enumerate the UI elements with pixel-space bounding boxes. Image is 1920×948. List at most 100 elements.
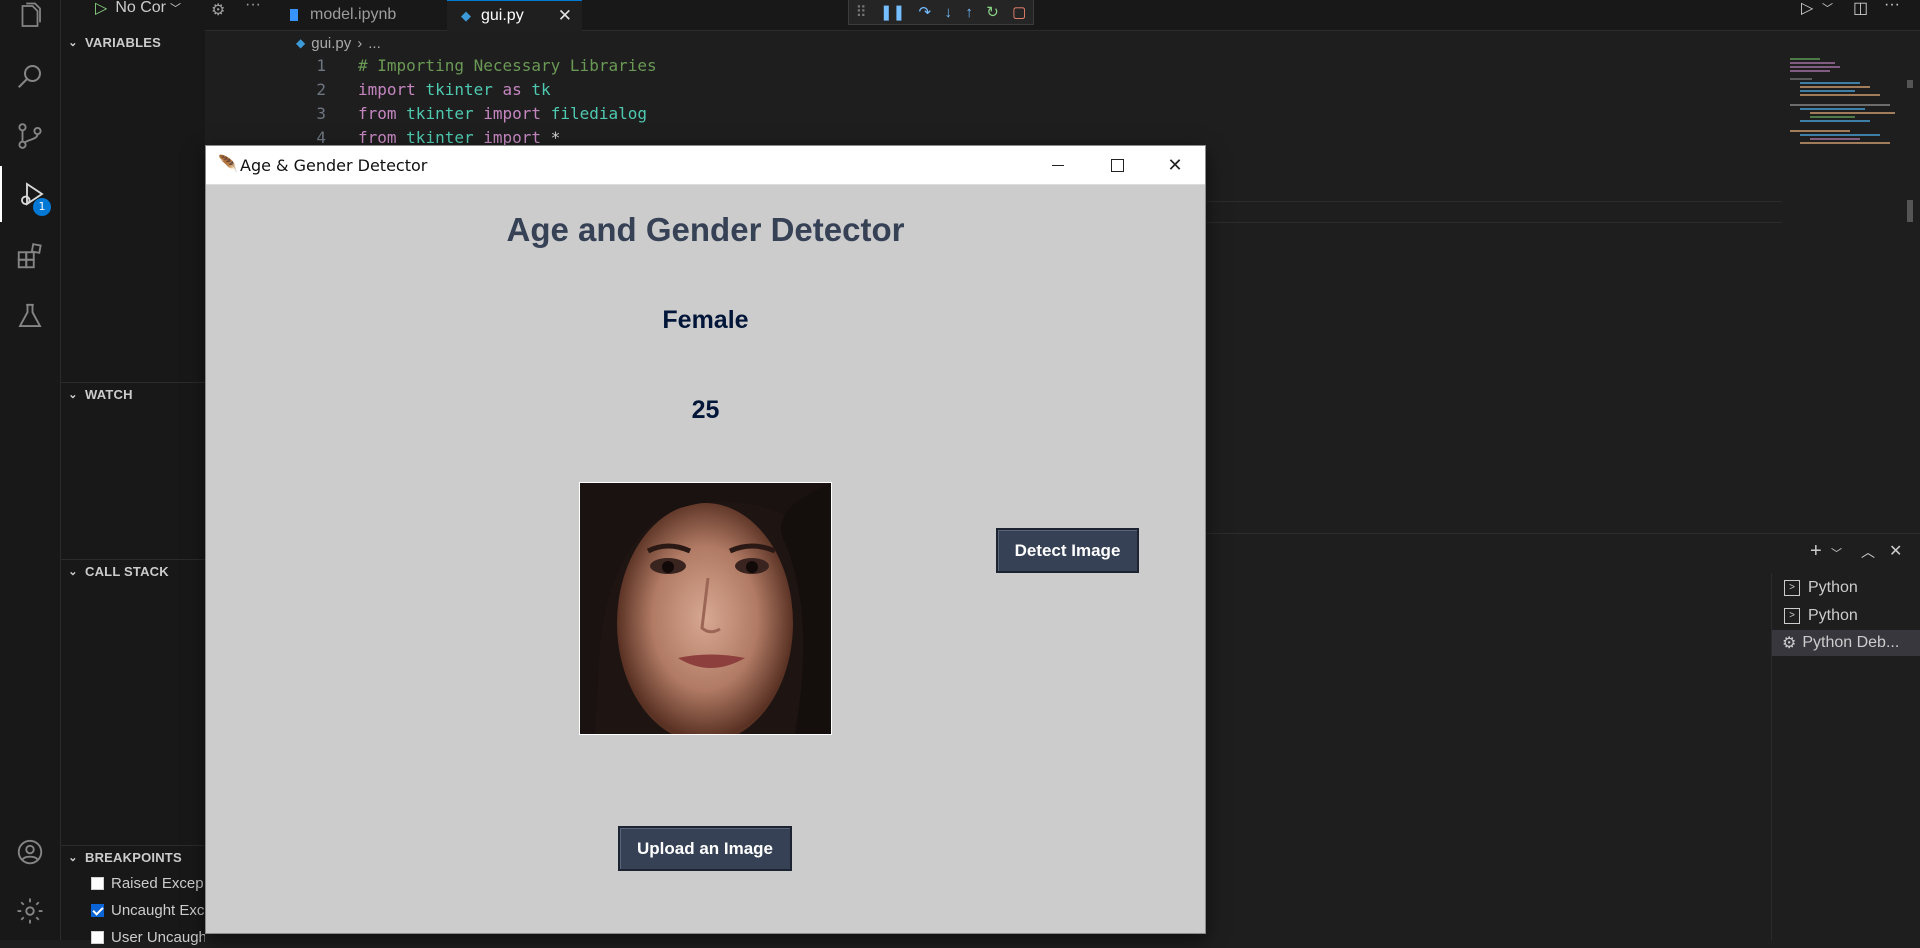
maximize-panel-icon[interactable]: ︿	[1861, 542, 1875, 562]
age-label: 25	[691, 396, 720, 424]
run-file-icon[interactable]: ▷	[1801, 0, 1813, 18]
run-config-label: No Cor	[115, 0, 166, 16]
drag-handle-icon[interactable]: ⠿	[856, 3, 867, 21]
editor-title-bar: ▷ No Cor ﹀ ⚙ ··· model.ipynb ◆ gui.py ✕ …	[61, 0, 1920, 31]
window-title-bar[interactable]: 🪶 Age & Gender Detector ✕	[206, 146, 1205, 185]
code-keyword: as	[502, 80, 522, 99]
code-line[interactable]: 3 from tkinter import filedialog	[296, 104, 647, 128]
tab-model-ipynb[interactable]: model.ipynb	[276, 0, 446, 30]
debug-sidebar: ⌄ VARIABLES ⌄ WATCH ⌄ CALL STACK ⌄ BREAK…	[61, 30, 205, 946]
gender-label: Female	[662, 306, 749, 334]
breakpoint-label: Raised Excep	[111, 874, 204, 892]
stop-icon[interactable]: ▢	[1012, 3, 1026, 21]
editor-divider	[1205, 222, 1782, 223]
close-window-icon[interactable]: ✕	[1146, 146, 1204, 184]
breakpoint-item[interactable]: Raised Excep	[91, 872, 205, 894]
terminal-list-item[interactable]: > Python	[1772, 575, 1920, 601]
minimap[interactable]	[1790, 56, 1902, 206]
breakpoint-item[interactable]: User Uncaught Ex	[91, 926, 205, 948]
notebook-file-icon	[290, 9, 298, 21]
extensions-icon[interactable]	[0, 228, 60, 284]
line-number: 2	[316, 80, 326, 99]
minimize-icon[interactable]	[1029, 146, 1087, 184]
debug-settings-gear-icon[interactable]: ⚙	[211, 0, 225, 20]
panel-border	[1205, 533, 1920, 534]
step-over-icon[interactable]: ↷	[919, 3, 932, 21]
code-keyword: import	[483, 104, 542, 123]
window-title: Age & Gender Detector	[240, 156, 428, 175]
checkbox[interactable]	[91, 930, 104, 944]
breadcrumb-symbols[interactable]: ...	[368, 35, 381, 52]
app-heading: Age and Gender Detector	[506, 211, 905, 248]
debug-terminal-icon: ⚙	[1782, 635, 1797, 652]
debug-toolbar: ⠿ ❚❚ ↷ ↓ ↑ ↻ ▢	[848, 0, 1034, 25]
settings-gear-icon[interactable]	[0, 883, 60, 939]
code-module: tk	[531, 80, 551, 99]
call-stack-section-header[interactable]: ⌄ CALL STACK	[61, 559, 205, 582]
editor-divider	[1205, 201, 1782, 202]
explorer-icon[interactable]	[0, 0, 60, 44]
run-options-chevron-icon[interactable]: ﹀	[1822, 0, 1833, 16]
breakpoints-section-header[interactable]: ⌄ BREAKPOINTS	[61, 845, 205, 868]
tab-label: model.ipynb	[310, 6, 397, 23]
age-gender-detector-window: 🪶 Age & Gender Detector ✕ Age and Gender…	[205, 145, 1206, 934]
chevron-down-icon: ⌄	[68, 851, 78, 864]
code-keyword: import	[358, 80, 416, 99]
close-tab-icon[interactable]: ✕	[558, 6, 572, 26]
new-terminal-icon[interactable]: +	[1810, 540, 1822, 563]
breadcrumb: ◆ gui.py › ...	[296, 33, 381, 53]
code-comment: # Importing Necessary Libraries	[358, 56, 657, 75]
step-into-icon[interactable]: ↓	[944, 4, 952, 21]
terminal-dropdown-icon[interactable]: ﹀	[1831, 545, 1842, 561]
chevron-down-icon: ⌄	[68, 565, 78, 578]
code-line[interactable]: 2 import tkinter as tk	[296, 80, 551, 104]
python-file-icon: ◆	[461, 8, 471, 23]
checkbox[interactable]	[91, 903, 104, 917]
section-title: CALL STACK	[85, 563, 169, 579]
close-panel-icon[interactable]: ✕	[1889, 541, 1902, 561]
step-out-icon[interactable]: ↑	[965, 4, 973, 21]
breakpoint-label: User Uncaught Ex	[111, 928, 205, 946]
chevron-right-icon: ›	[357, 34, 363, 52]
terminal-label: Python	[1808, 579, 1858, 596]
scrollbar-thumb[interactable]	[1907, 200, 1913, 222]
code-line[interactable]: 1 # Importing Necessary Libraries	[296, 56, 657, 80]
line-number: 1	[316, 56, 326, 75]
run-config-selector[interactable]: ▷ No Cor ﹀	[95, 0, 181, 18]
terminal-icon: >	[1784, 608, 1800, 624]
breakpoint-label: Uncaught Exc	[111, 901, 205, 919]
terminal-label: Python	[1808, 607, 1858, 624]
pause-icon[interactable]: ❚❚	[880, 3, 905, 21]
chevron-down-icon: ⌄	[68, 388, 78, 401]
breakpoint-item[interactable]: Uncaught Exc	[91, 899, 205, 921]
split-editor-icon[interactable]: ◫	[1853, 0, 1868, 18]
source-control-icon[interactable]	[0, 108, 60, 164]
watch-section-header[interactable]: ⌄ WATCH	[61, 382, 205, 405]
section-title: VARIABLES	[85, 34, 161, 50]
upload-image-button[interactable]: Upload an Image	[618, 826, 792, 871]
start-debugging-icon[interactable]: ▷	[95, 0, 107, 18]
account-icon[interactable]	[0, 824, 60, 880]
code-module: filedialog	[550, 104, 648, 123]
more-actions-icon[interactable]: ···	[245, 0, 261, 14]
run-debug-icon[interactable]: 1	[0, 166, 62, 222]
debug-badge: 1	[33, 198, 51, 216]
maximize-icon[interactable]	[1088, 146, 1146, 184]
detect-image-button[interactable]: Detect Image	[996, 528, 1139, 573]
terminal-list-item[interactable]: ⚙ Python Deb...	[1772, 630, 1920, 656]
line-number: 3	[316, 104, 326, 123]
tab-gui-py[interactable]: ◆ gui.py ✕	[447, 0, 582, 31]
checkbox[interactable]	[91, 876, 104, 890]
chevron-down-icon: ⌄	[68, 36, 78, 49]
breadcrumb-file[interactable]: gui.py	[311, 35, 351, 52]
scrollbar-thumb[interactable]	[1907, 80, 1913, 88]
variables-section-header[interactable]: ⌄ VARIABLES	[61, 31, 205, 53]
restart-icon[interactable]: ↻	[986, 3, 999, 21]
testing-icon[interactable]	[0, 288, 60, 344]
terminal-list-item[interactable]: > Python	[1772, 603, 1920, 629]
editor-more-icon[interactable]: ···	[1884, 0, 1900, 14]
code-module: tkinter	[406, 104, 474, 123]
search-icon[interactable]	[0, 48, 60, 104]
activity-bar: 1	[0, 0, 61, 940]
chevron-down-icon: ﹀	[170, 3, 181, 15]
